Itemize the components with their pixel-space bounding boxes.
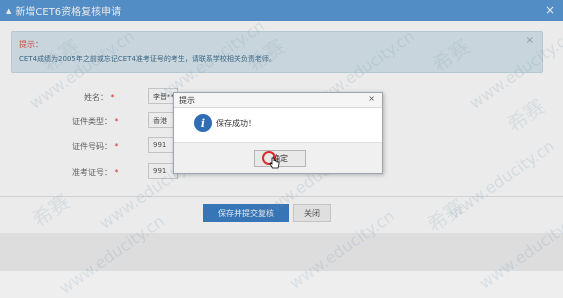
alert-message: 保存成功！ — [216, 119, 256, 128]
alert-close-icon[interactable]: × — [368, 94, 375, 103]
alert-title: 提示 — [179, 96, 195, 105]
info-icon: i — [194, 114, 212, 132]
ok-button[interactable]: 确定 — [254, 150, 306, 167]
alert-titlebar: 提示 × — [174, 93, 382, 108]
alert-footer: 确定 — [174, 142, 382, 173]
alert-dialog: 提示 × i 保存成功！ 确定 — [173, 92, 383, 174]
